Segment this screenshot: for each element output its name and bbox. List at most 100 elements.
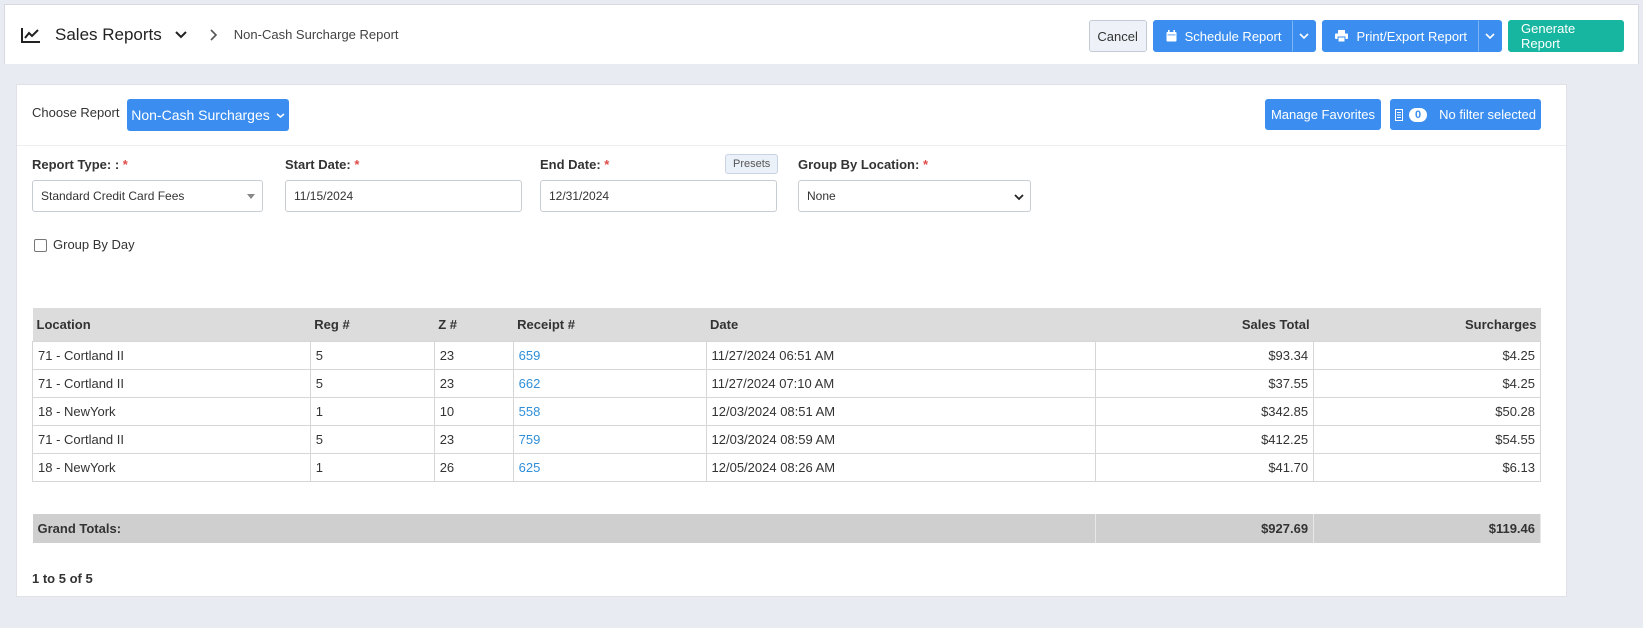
report-type-label: Report Type: : *	[32, 157, 128, 172]
column-header-z[interactable]: Z #	[434, 308, 514, 341]
receipt-link[interactable]: 659	[512, 340, 707, 370]
grand-total-surcharges: $119.46	[1313, 514, 1541, 543]
spacer-cell	[33, 481, 1541, 514]
cell-sales-total: $41.70	[1095, 452, 1315, 482]
start-date-label: Start Date: *	[285, 157, 359, 172]
choose-report-dropdown[interactable]: Non-Cash Surcharges	[127, 99, 289, 131]
start-date-value: 11/15/2024	[294, 189, 354, 203]
column-header-surcharges[interactable]: Surcharges	[1313, 308, 1541, 341]
group-by-day-label[interactable]: Group By Day	[53, 237, 135, 252]
table-row: 71 - Cortland II 5 23 662 11/27/2024 07:…	[32, 368, 1541, 398]
start-date-input[interactable]: 11/15/2024	[285, 180, 522, 212]
cell-reg: 1	[309, 396, 435, 426]
filter-list-icon	[1395, 108, 1404, 121]
table-header-row: Location Reg # Z # Receipt # Date Sales …	[32, 308, 1541, 341]
required-mark: *	[354, 157, 360, 172]
chevron-down-icon	[1299, 33, 1310, 40]
chevron-right-icon	[210, 28, 217, 41]
cell-z: 10	[433, 396, 514, 426]
choose-report-value: Non-Cash Surcharges	[131, 107, 270, 123]
group-by-day-checkbox[interactable]	[34, 239, 47, 252]
table-row: 18 - NewYork 1 10 558 12/03/2024 08:51 A…	[32, 396, 1541, 426]
cell-sales-total: $342.85	[1095, 396, 1315, 426]
end-date-input[interactable]: 12/31/2024	[540, 180, 777, 212]
report-type-select[interactable]: Standard Credit Card Fees	[32, 180, 263, 212]
cell-surcharges: $4.25	[1313, 368, 1541, 398]
filter-button[interactable]: 0 No filter selected	[1390, 99, 1541, 130]
manage-favorites-button[interactable]: Manage Favorites	[1265, 99, 1381, 130]
end-date-label-text: End Date:	[540, 157, 601, 172]
cell-z: 23	[433, 340, 514, 370]
page-header: Sales Reports Non-Cash Surcharge Report …	[4, 4, 1639, 64]
group-by-location-label: Group By Location: *	[798, 157, 928, 172]
cell-date: 11/27/2024 07:10 AM	[705, 368, 1097, 398]
cell-reg: 5	[309, 424, 435, 454]
receipt-link[interactable]: 759	[512, 424, 707, 454]
choose-report-label: Choose Report	[32, 105, 120, 120]
report-panel: Choose Report Non-Cash Surcharges Manage…	[16, 84, 1567, 597]
print-export-label: Print/Export Report	[1356, 28, 1467, 44]
group-by-location-value: None	[807, 189, 836, 203]
print-export-dropdown[interactable]	[1478, 20, 1502, 52]
receipt-link[interactable]: 662	[512, 368, 707, 398]
chevron-down-icon	[276, 112, 285, 118]
cell-date: 12/05/2024 08:26 AM	[705, 452, 1097, 482]
table-spacer-row	[33, 481, 1541, 514]
cell-surcharges: $4.25	[1313, 340, 1541, 370]
schedule-report-dropdown[interactable]	[1292, 20, 1317, 52]
start-date-label-text: Start Date:	[285, 157, 351, 172]
divider	[17, 145, 1566, 146]
table-row: 18 - NewYork 1 26 625 12/05/2024 08:26 A…	[32, 452, 1541, 482]
receipt-link[interactable]: 625	[512, 452, 707, 482]
filter-count-badge: 0	[1409, 107, 1428, 122]
required-mark: *	[604, 157, 610, 172]
grand-totals-label: Grand Totals:	[32, 514, 1097, 543]
schedule-report-button[interactable]: Schedule Report	[1152, 20, 1293, 52]
cancel-button[interactable]: Cancel	[1088, 20, 1147, 52]
cell-reg: 1	[309, 452, 435, 482]
chevron-down-icon	[1014, 194, 1024, 201]
table-row: 71 - Cortland II 5 23 759 12/03/2024 08:…	[32, 424, 1541, 454]
filter-label: No filter selected	[1439, 107, 1536, 122]
breadcrumb: Non-Cash Surcharge Report	[233, 27, 399, 42]
generate-report-button[interactable]: Generate Report	[1508, 20, 1624, 52]
column-header-receipt[interactable]: Receipt #	[513, 308, 707, 341]
column-header-reg[interactable]: Reg #	[310, 308, 435, 341]
cell-date: 11/27/2024 06:51 AM	[705, 340, 1097, 370]
grand-total-sales: $927.69	[1095, 514, 1315, 543]
cell-location: 71 - Cortland II	[32, 368, 311, 398]
cell-date: 12/03/2024 08:59 AM	[705, 424, 1097, 454]
print-export-button[interactable]: Print/Export Report	[1322, 20, 1478, 52]
schedule-report-split: Schedule Report	[1152, 20, 1317, 52]
cell-location: 18 - NewYork	[32, 452, 311, 482]
print-export-split: Print/Export Report	[1322, 20, 1502, 52]
chevron-down-icon	[1485, 33, 1495, 40]
cell-z: 23	[433, 424, 514, 454]
line-chart-icon	[21, 27, 40, 43]
caret-down-icon	[247, 194, 255, 199]
group-by-location-select[interactable]: None	[798, 180, 1031, 212]
required-mark: *	[922, 157, 929, 172]
cell-surcharges: $54.55	[1313, 424, 1541, 454]
cell-surcharges: $50.28	[1313, 396, 1541, 426]
calendar-icon	[1166, 30, 1177, 42]
cell-reg: 5	[309, 368, 435, 398]
column-header-location[interactable]: Location	[32, 308, 311, 341]
column-header-sales-total[interactable]: Sales Total	[1095, 308, 1314, 341]
presets-button[interactable]: Presets	[725, 154, 779, 174]
report-type-label-text: Report Type: :	[32, 157, 120, 172]
cell-sales-total: $412.25	[1095, 424, 1315, 454]
receipt-link[interactable]: 558	[512, 396, 707, 426]
pagination-summary: 1 to 5 of 5	[32, 571, 93, 586]
end-date-label: End Date: *	[540, 157, 609, 172]
cell-reg: 5	[309, 340, 435, 370]
cell-location: 18 - NewYork	[32, 396, 311, 426]
cell-z: 26	[433, 452, 514, 482]
column-header-date[interactable]: Date	[706, 308, 1096, 341]
grand-totals-row: Grand Totals: $927.69 $119.46	[32, 514, 1541, 543]
cell-sales-total: $37.55	[1095, 368, 1315, 398]
page-title[interactable]: Sales Reports	[55, 25, 162, 45]
cell-z: 23	[433, 368, 514, 398]
chevron-down-icon[interactable]	[174, 28, 188, 42]
printer-icon	[1335, 30, 1349, 42]
